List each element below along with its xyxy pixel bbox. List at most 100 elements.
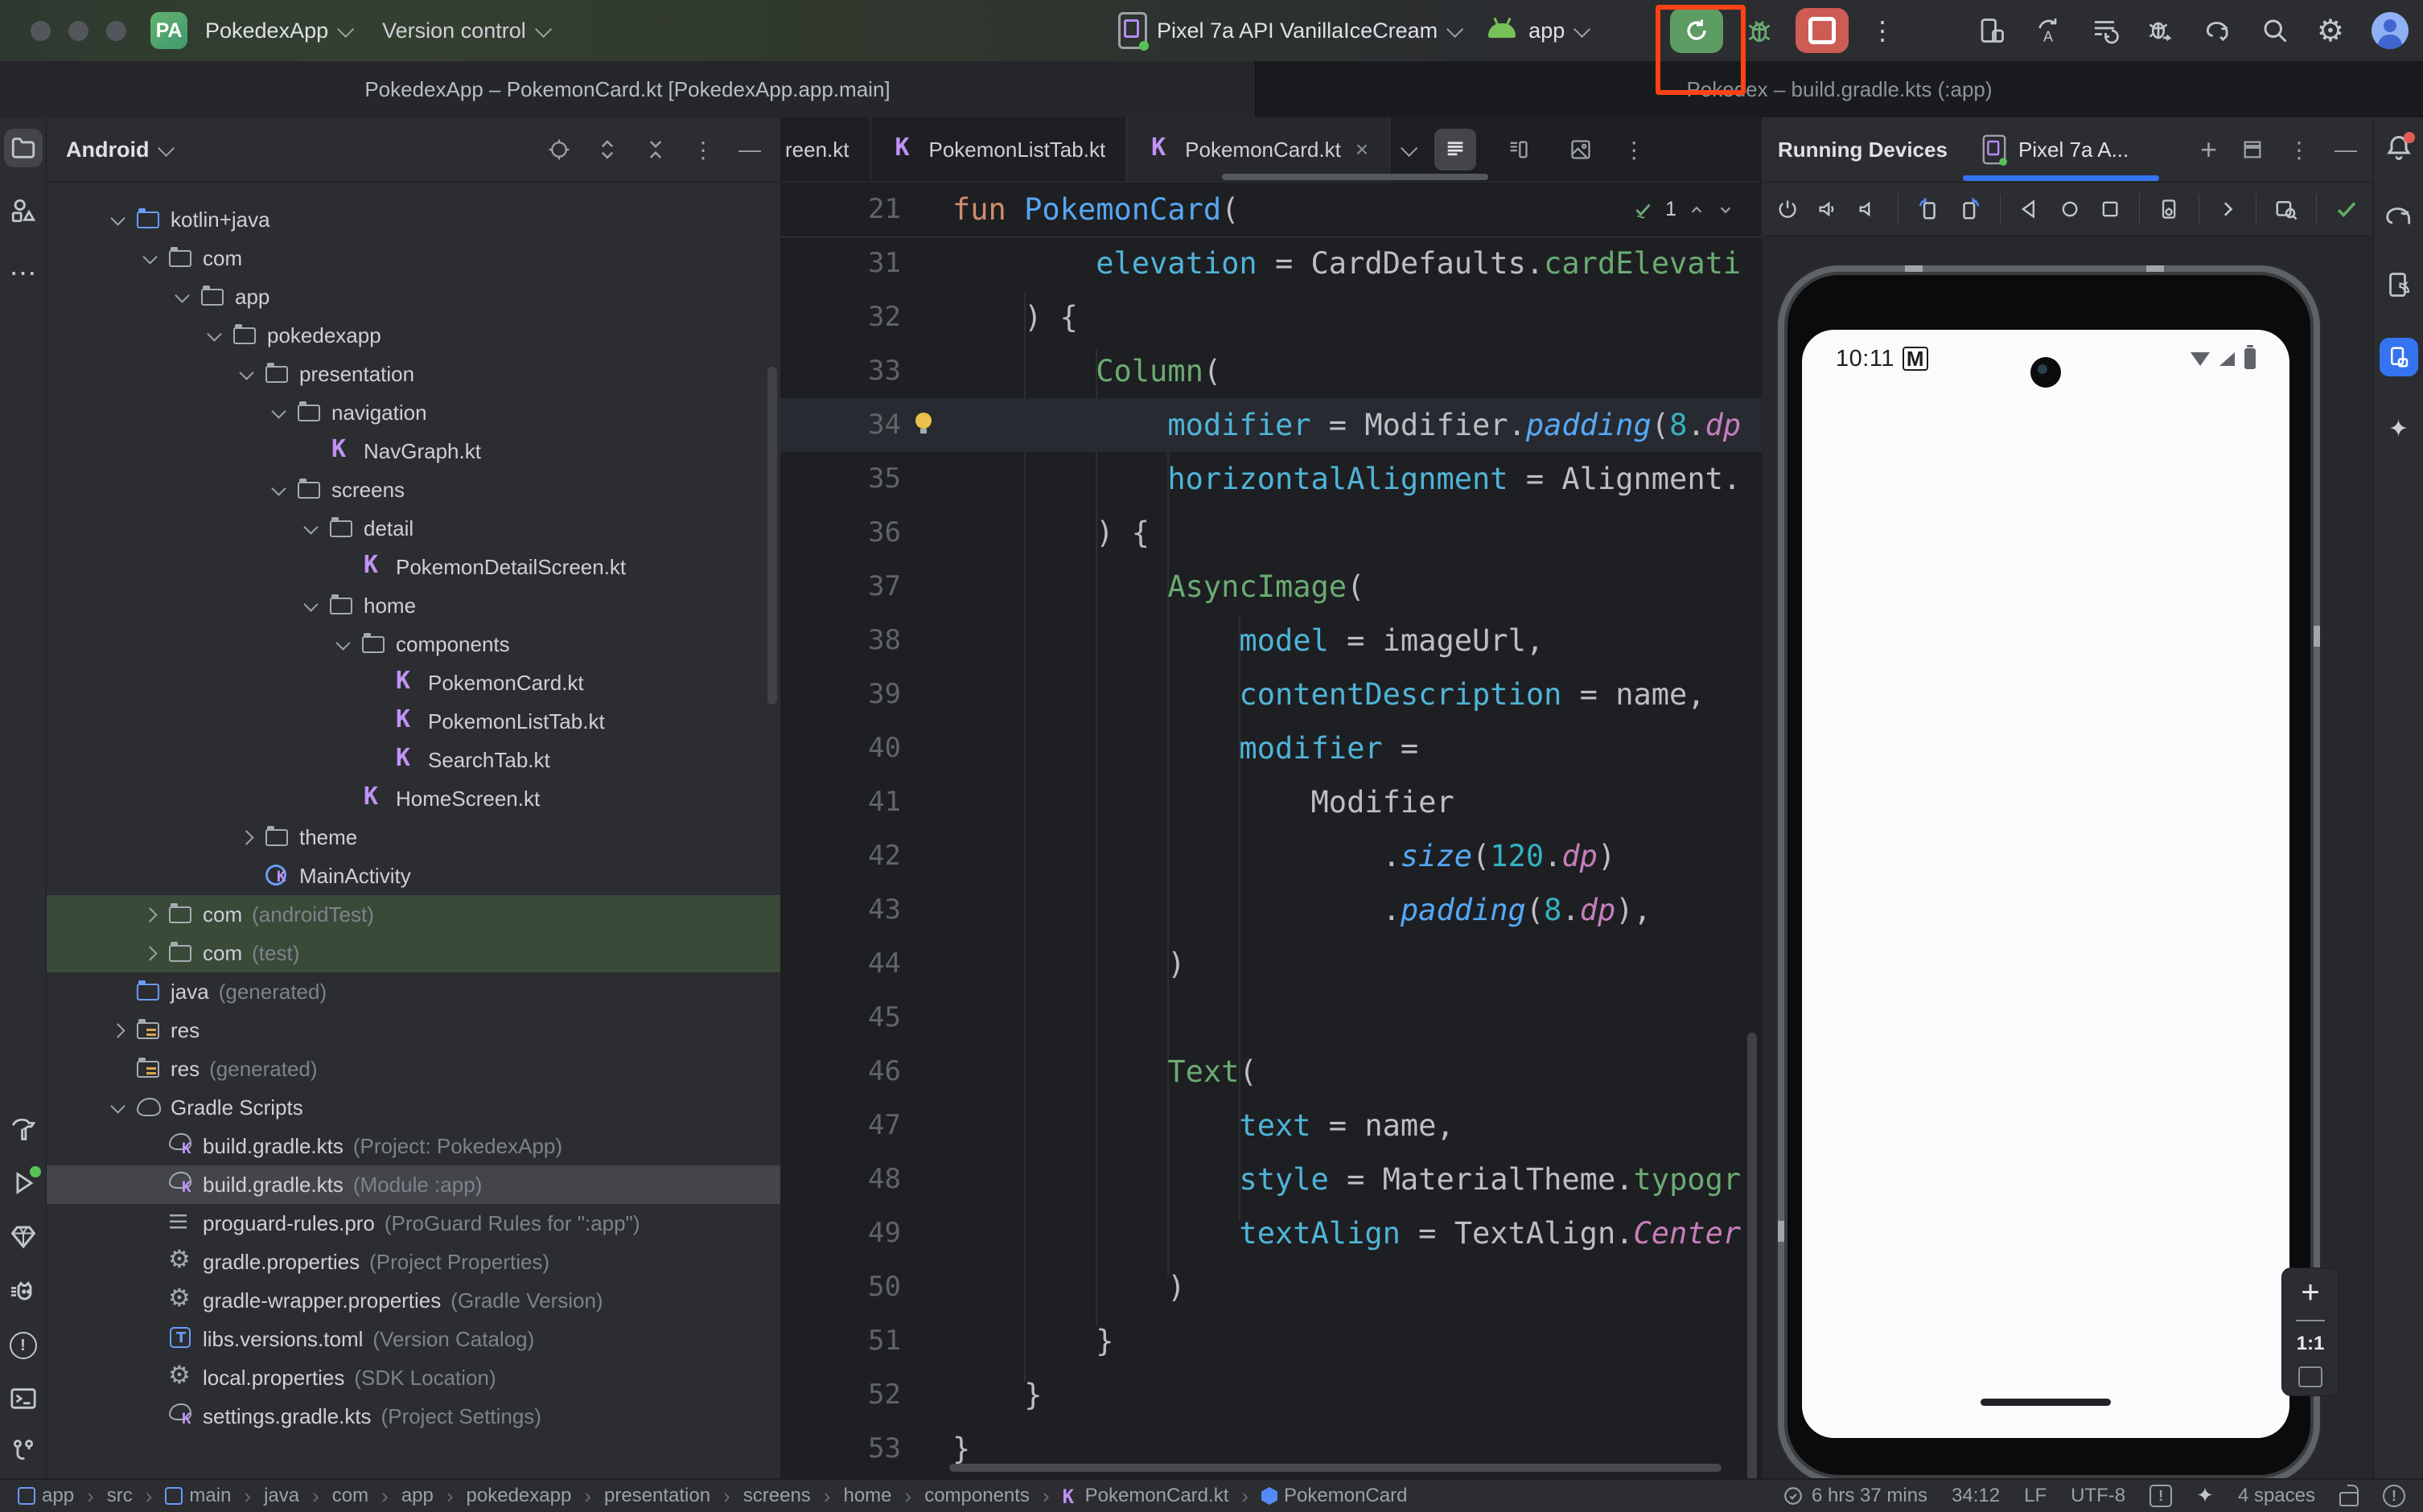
tree-row[interactable]: com (test) — [47, 934, 780, 972]
tree-chevron-icon[interactable] — [232, 860, 264, 892]
split-view-button[interactable] — [1497, 129, 1539, 171]
collapse-all-button[interactable] — [644, 138, 668, 162]
project-options-button[interactable]: ⋮ — [692, 137, 714, 163]
logcat-button[interactable] — [9, 1277, 38, 1306]
tree-row[interactable]: gradle.properties (Project Properties) — [47, 1243, 780, 1281]
search-everywhere-button[interactable] — [2261, 16, 2289, 45]
breadcrumb-item[interactable]: app — [401, 1484, 467, 1509]
code-line[interactable]: 40 modifier = — [780, 721, 1762, 775]
gradle-tool-button[interactable] — [2384, 201, 2414, 232]
breadcrumb-item[interactable]: src — [107, 1484, 166, 1509]
code-line[interactable]: 33 Column( — [780, 344, 1762, 398]
breadcrumb-item[interactable]: com — [332, 1484, 401, 1509]
tree-row[interactable]: build.gradle.kts (Project: PokedexApp) — [47, 1127, 780, 1165]
tree-chevron-icon[interactable] — [103, 976, 135, 1008]
tree-row[interactable]: NavGraph.kt — [47, 432, 780, 470]
code-line[interactable]: 42 .size(120.dp) — [780, 829, 1762, 883]
code-line[interactable]: 39 contentDescription = name, — [780, 668, 1762, 721]
build-tool-button[interactable] — [10, 1116, 37, 1144]
tree-chevron-icon[interactable] — [328, 783, 360, 815]
code-editor[interactable]: 31 elevation = CardDefaults.cardElevati … — [780, 236, 1762, 1478]
hide-panel-button[interactable]: — — [738, 137, 761, 162]
code-line[interactable]: 46 Text( — [780, 1045, 1762, 1099]
tree-chevron-icon[interactable] — [328, 551, 360, 583]
window-tab-inactive[interactable]: Pokedex – build.gradle.kts (:app) — [1256, 61, 2423, 117]
tree-chevron-icon[interactable] — [296, 435, 328, 467]
code-view-button[interactable] — [1434, 129, 1477, 171]
breadcrumb-item[interactable]: app — [18, 1484, 107, 1509]
code-line[interactable]: 35 horizontalAlignment = Alignment. — [780, 452, 1762, 506]
tree-chevron-icon[interactable] — [135, 1284, 167, 1317]
code-line[interactable]: 50 ) — [780, 1260, 1762, 1314]
tree-row[interactable]: gradle-wrapper.properties (Gradle Versio… — [47, 1281, 780, 1320]
device-selector[interactable]: Pixel 7a API VanillaIceCream — [1118, 12, 1464, 51]
app-quality-insights-button[interactable] — [9, 1222, 38, 1251]
inspection-widget[interactable]: 1 — [1633, 183, 1734, 236]
zoom-in-button[interactable]: + — [2301, 1276, 2319, 1309]
device-mirroring-button[interactable] — [1977, 16, 2006, 45]
power-button[interactable] — [1776, 197, 1799, 221]
tree-row[interactable]: theme — [47, 818, 780, 857]
code-line[interactable]: 41 Modifier — [780, 775, 1762, 829]
editor-tab-pokemoncard[interactable]: PokemonCard.kt × — [1127, 117, 1391, 182]
tree-chevron-icon[interactable] — [200, 319, 232, 351]
settings-button[interactable]: ⚙ — [2317, 13, 2344, 48]
tree-chevron-icon[interactable] — [360, 667, 393, 699]
profiler-button[interactable] — [2146, 16, 2175, 45]
volume-up-button[interactable] — [1816, 197, 1839, 221]
tree-chevron-icon[interactable] — [135, 937, 167, 969]
run-configuration-selector[interactable]: app — [1488, 18, 1591, 43]
notifications-button[interactable] — [2384, 132, 2415, 162]
session-time-widget[interactable]: 6 hrs 37 mins — [1783, 1485, 1927, 1507]
tree-row[interactable]: navigation — [47, 393, 780, 432]
tree-row[interactable]: Gradle Scripts — [47, 1088, 780, 1127]
tree-row[interactable]: app — [47, 277, 780, 316]
code-line[interactable]: 37 AsyncImage( — [780, 560, 1762, 614]
tree-chevron-icon[interactable] — [328, 628, 360, 660]
tree-chevron-icon[interactable] — [135, 1246, 167, 1278]
tree-row[interactable]: com (androidTest) — [47, 895, 780, 934]
project-scrollbar[interactable] — [767, 367, 777, 705]
sticky-code[interactable]: fun PokemonCard( — [952, 183, 1239, 236]
code-line[interactable]: 52 } — [780, 1368, 1762, 1422]
code-line[interactable]: 32 ) { — [780, 290, 1762, 344]
ai-assistant-status-icon[interactable]: ✦ — [2196, 1484, 2214, 1508]
rotate-right-button[interactable] — [1958, 196, 1982, 222]
device-settings-button[interactable] — [2158, 197, 2180, 221]
code-line[interactable]: 31 elevation = CardDefaults.cardElevati — [780, 236, 1762, 290]
editor-vertical-scrollbar[interactable] — [1747, 1033, 1757, 1478]
editor-tab-pokemonlisttab[interactable]: PokemonListTab.kt — [871, 117, 1128, 182]
stop-button[interactable] — [1796, 8, 1849, 53]
android-back-button[interactable] — [2018, 197, 2041, 221]
breadcrumb-item[interactable]: screens — [743, 1484, 844, 1509]
running-devices-tool-button[interactable] — [2379, 338, 2418, 376]
tree-row[interactable]: kotlin+java — [47, 200, 780, 239]
tree-row[interactable]: SearchTab.kt — [47, 741, 780, 779]
minimize-window-button[interactable] — [68, 20, 88, 41]
breadcrumb-item[interactable]: home — [843, 1484, 924, 1509]
tree-row[interactable]: java (generated) — [47, 972, 780, 1011]
close-tab-icon[interactable]: × — [1355, 137, 1368, 162]
code-line[interactable]: 51 } — [780, 1314, 1762, 1368]
tree-chevron-icon[interactable] — [232, 358, 264, 390]
code-line[interactable]: 34 modifier = Modifier.padding(8.dp — [780, 398, 1762, 452]
locate-file-button[interactable] — [547, 138, 571, 162]
next-problem-icon[interactable] — [1717, 201, 1734, 219]
version-control-tool-button[interactable] — [10, 1438, 37, 1465]
tree-row[interactable]: libs.versions.toml (Version Catalog) — [47, 1320, 780, 1358]
build-tasks-icon[interactable] — [2090, 16, 2119, 45]
breadcrumb-item[interactable]: PokemonCard — [1261, 1485, 1407, 1507]
tree-chevron-icon[interactable] — [167, 281, 200, 313]
indent-widget[interactable]: 4 spaces — [2238, 1485, 2315, 1507]
breadcrumb-item[interactable]: PokemonCard.kt — [1063, 1484, 1261, 1509]
encoding-widget[interactable]: UTF-8 — [2071, 1485, 2125, 1507]
editor-horizontal-scrollbar[interactable] — [949, 1464, 1722, 1472]
zoom-out-button[interactable] — [2296, 1320, 2325, 1321]
device-manager-button[interactable] — [2384, 270, 2413, 299]
breadcrumb-item[interactable]: components — [924, 1484, 1062, 1509]
tree-row[interactable]: com — [47, 239, 780, 277]
hide-panel-button[interactable]: — — [2335, 137, 2357, 162]
zoom-reset-button[interactable]: 1:1 — [2297, 1333, 2325, 1355]
code-line[interactable]: 47 text = name, — [780, 1099, 1762, 1152]
tree-row[interactable]: screens — [47, 470, 780, 509]
